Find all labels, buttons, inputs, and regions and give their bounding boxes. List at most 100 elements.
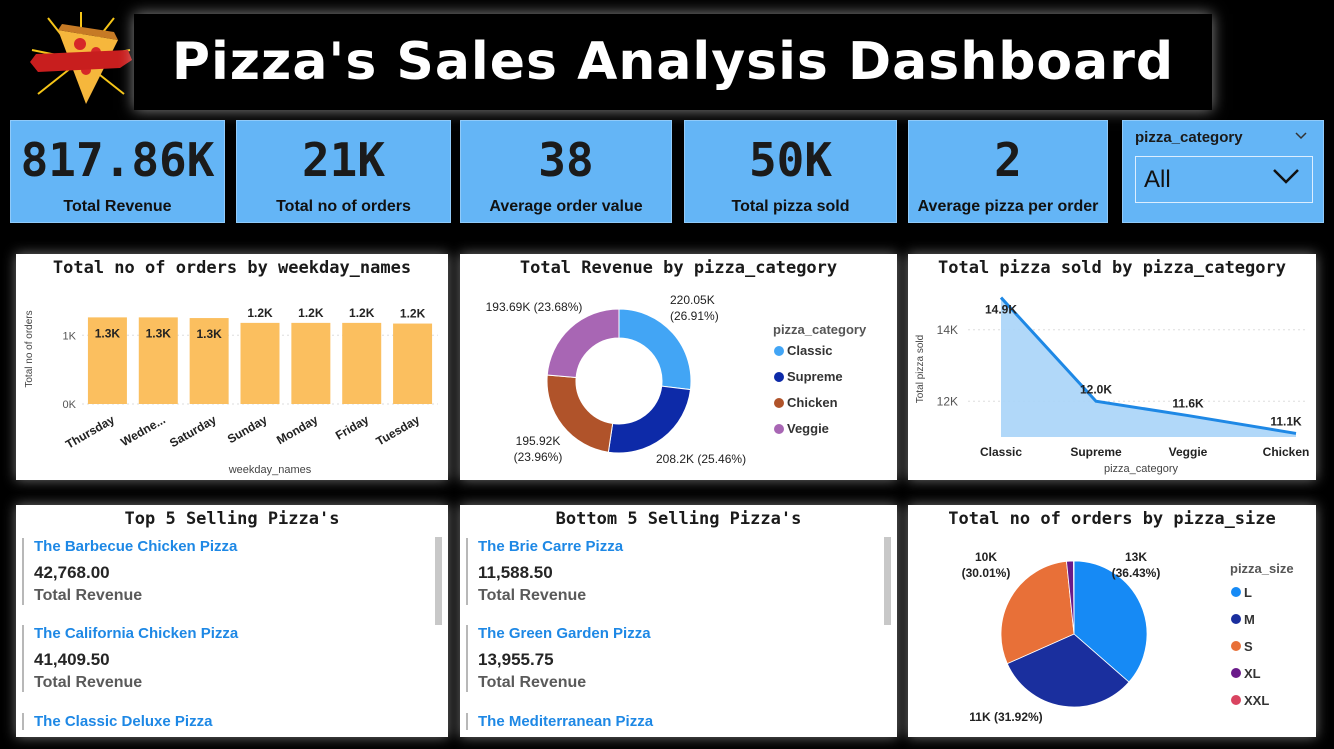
metric-label: Total Revenue xyxy=(34,587,143,604)
kpi-total-orders: 21K Total no of orders xyxy=(236,120,451,223)
list-item[interactable]: The Barbecue Chicken Pizza 42,768.00 Tot… xyxy=(22,538,412,605)
page-title: Pizza's Sales Analysis Dashboard xyxy=(171,32,1175,92)
legend-label: Veggie xyxy=(787,421,829,436)
top-5-pizzas-card[interactable]: Top 5 Selling Pizza's The Barbecue Chick… xyxy=(16,505,448,737)
list-item[interactable]: The Mediterranean Pizza xyxy=(466,713,856,730)
legend-label: M xyxy=(1244,612,1255,627)
legend-marker xyxy=(774,424,784,434)
card-title: Top 5 Selling Pizza's xyxy=(124,509,340,529)
bar xyxy=(393,323,433,404)
list-item[interactable]: The Classic Deluxe Pizza xyxy=(22,713,412,730)
kpi-label: Total Revenue xyxy=(63,198,172,215)
pizza-name: The Barbecue Chicken Pizza xyxy=(34,538,238,555)
data-label: 10K xyxy=(975,550,997,564)
list-item[interactable]: The Green Garden Pizza 13,955.75 Total R… xyxy=(466,625,856,692)
data-label: (36.43%) xyxy=(1112,566,1161,580)
kpi-average-pizza-per-order: 2 Average pizza per order xyxy=(908,120,1108,223)
x-axis-label: weekday_names xyxy=(228,464,312,476)
scrollbar[interactable] xyxy=(435,537,442,625)
pizza-category-slicer[interactable]: pizza_category All xyxy=(1122,120,1324,223)
legend-marker xyxy=(1231,587,1241,597)
chevron-down-icon[interactable] xyxy=(1272,167,1300,189)
title-bar: Pizza's Sales Analysis Dashboard xyxy=(134,14,1212,110)
orders-by-weekday-chart[interactable]: Total no of orders by weekday_names 0K 1K… xyxy=(16,254,448,480)
metric-label: Total Revenue xyxy=(478,674,587,691)
area-fill xyxy=(1001,297,1296,437)
pizza-name: The California Chicken Pizza xyxy=(34,625,239,642)
revenue-by-category-chart[interactable]: Total Revenue by pizza_category 220.05K(… xyxy=(460,254,897,480)
x-tick-label: Classic xyxy=(980,445,1022,459)
legend-marker xyxy=(1231,614,1241,624)
data-label: 1.2K xyxy=(349,306,375,320)
data-label: 195.92K xyxy=(516,434,561,448)
metric-label: Total Revenue xyxy=(478,587,587,604)
data-label: 12.0K xyxy=(1080,382,1112,396)
data-label: 14.9K xyxy=(985,303,1017,317)
donut-slice xyxy=(607,385,692,454)
kpi-label: Total no of orders xyxy=(276,198,411,215)
card-title: Bottom 5 Selling Pizza's xyxy=(555,509,802,529)
data-label: 208.2K (25.46%) xyxy=(656,452,746,466)
y-tick-label: 12K xyxy=(937,394,958,408)
scrollbar[interactable] xyxy=(884,537,891,625)
list-item[interactable]: The California Chicken Pizza 41,409.50 T… xyxy=(22,625,412,692)
data-label: (30.01%) xyxy=(962,566,1011,580)
legend-label: S xyxy=(1244,639,1253,654)
donut-slice xyxy=(546,308,620,378)
legend-marker xyxy=(774,346,784,356)
y-axis-label: Total no of orders xyxy=(24,310,35,387)
kpi-value: 2 xyxy=(994,133,1022,187)
kpi-value: 50K xyxy=(748,133,833,187)
area-chart-svg: 12K 14K Total pizza sold 14.9K Classic 12.0K S… xyxy=(915,296,1309,475)
slicer-label: pizza_category xyxy=(1135,129,1243,146)
legend-marker xyxy=(1231,641,1241,651)
y-tick-label: 1K xyxy=(63,330,77,342)
kpi-label: Average order value xyxy=(489,198,643,215)
legend-label: XL xyxy=(1244,666,1261,681)
x-tick-label: Supreme xyxy=(1070,445,1122,459)
chevron-down-icon[interactable] xyxy=(1295,129,1307,144)
legend-label: XXL xyxy=(1244,693,1269,708)
pizza-revenue: 41,409.50 xyxy=(34,650,110,669)
data-label: 11.1K xyxy=(1270,414,1302,428)
kpi-total-revenue: 817.86K Total Revenue xyxy=(10,120,225,223)
legend-label: L xyxy=(1244,585,1252,600)
data-label: 1.2K xyxy=(247,306,273,320)
x-tick-label: Monday xyxy=(274,412,321,447)
legend-label: Supreme xyxy=(787,369,843,384)
pizza-name: The Brie Carre Pizza xyxy=(478,538,624,555)
x-tick-label: Wedne... xyxy=(118,412,168,449)
x-tick-label: Friday xyxy=(333,412,371,442)
donut-chart-svg: 220.05K (26.91%) 208.2K (25.46%) 195.92K (23… xyxy=(486,293,867,466)
list-item[interactable]: The Brie Carre Pizza 11,588.50 Total Rev… xyxy=(466,538,856,605)
data-label: 11K (31.92%) xyxy=(969,710,1042,724)
pizza-name: The Mediterranean Pizza xyxy=(478,713,654,730)
data-label: (26.91%) xyxy=(670,309,719,323)
y-tick-label: 0K xyxy=(63,399,77,411)
y-axis-label: Total pizza sold xyxy=(915,335,926,403)
legend-title: pizza_category xyxy=(773,322,867,337)
kpi-total-pizza-sold: 50K Total pizza sold xyxy=(684,120,897,223)
pizza-name: The Green Garden Pizza xyxy=(478,625,651,642)
legend-marker xyxy=(1231,668,1241,678)
data-label: 1.3K xyxy=(95,326,121,340)
data-label: 193.69K (23.68%) xyxy=(486,300,583,314)
kpi-value: 817.86K xyxy=(20,133,215,187)
legend-title: pizza_size xyxy=(1230,561,1294,576)
orders-by-size-chart[interactable]: Total no of orders by pizza_size 13K (36.… xyxy=(908,505,1316,737)
kpi-average-order-value: 38 Average order value xyxy=(460,120,672,223)
data-label: 1.2K xyxy=(400,307,426,321)
pizza-revenue: 42,768.00 xyxy=(34,563,110,582)
pizza-sold-by-category-chart[interactable]: Total pizza sold by pizza_category 12K 14… xyxy=(908,254,1316,480)
data-label: 13K xyxy=(1125,550,1147,564)
pizza-slice-icon xyxy=(28,10,134,110)
y-tick-label: 14K xyxy=(937,323,958,337)
bar xyxy=(240,322,280,404)
x-tick-label: Saturday xyxy=(167,412,219,450)
pizza-revenue: 11,588.50 xyxy=(478,563,553,582)
bottom-5-pizzas-card[interactable]: Bottom 5 Selling Pizza's The Brie Carre … xyxy=(460,505,897,737)
legend-marker xyxy=(1231,695,1241,705)
data-label: (23.96%) xyxy=(514,450,563,464)
slicer-dropdown[interactable]: All xyxy=(1135,156,1313,203)
data-label: 1.3K xyxy=(196,327,222,341)
